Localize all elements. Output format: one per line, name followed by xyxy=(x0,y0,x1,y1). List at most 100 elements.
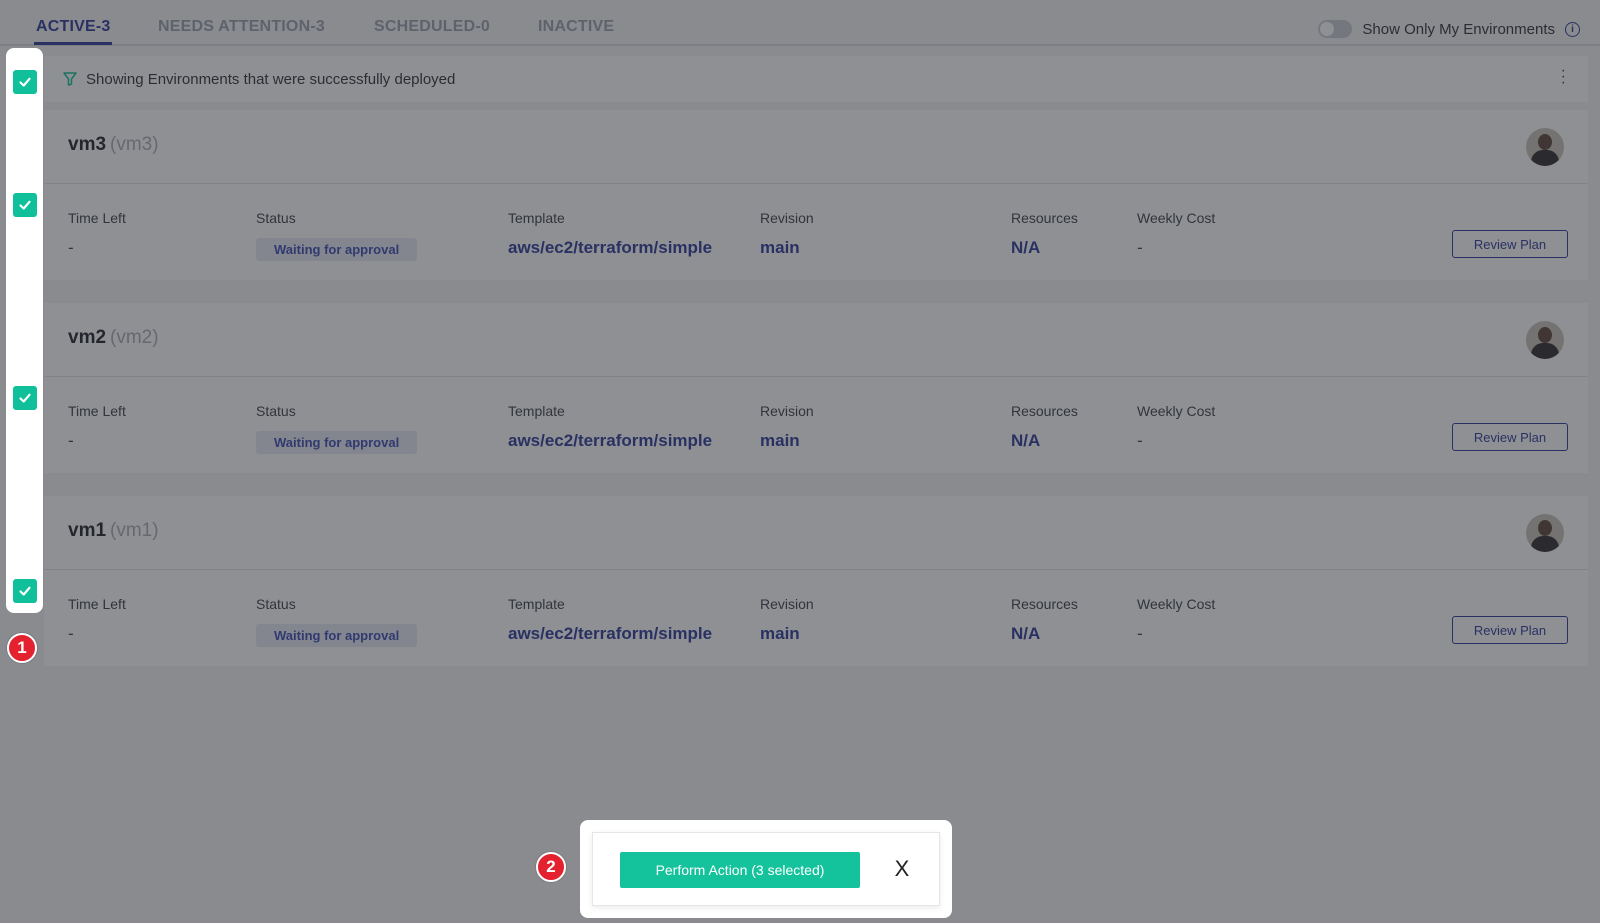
template-link[interactable]: aws/ec2/terraform/simple xyxy=(508,624,712,644)
resources-value[interactable]: N/A xyxy=(1011,624,1078,644)
status-column: Status Waiting for approval xyxy=(256,403,418,454)
revision-column: Revision main xyxy=(760,403,814,451)
checkmark-icon xyxy=(19,393,31,403)
filter-icon xyxy=(63,72,77,86)
time-left-label: Time Left xyxy=(68,596,126,612)
tab-needs-attention[interactable]: NEEDS ATTENTION-3 xyxy=(158,18,325,36)
weekly-cost-column: Weekly Cost - xyxy=(1137,210,1215,258)
resources-label: Resources xyxy=(1011,210,1078,226)
tabs-bar: ACTIVE-3 NEEDS ATTENTION-3 SCHEDULED-0 I… xyxy=(0,0,1600,46)
weekly-cost-column: Weekly Cost - xyxy=(1137,403,1215,451)
status-column: Status Waiting for approval xyxy=(256,210,418,261)
review-plan-button[interactable]: Review Plan xyxy=(1452,616,1568,644)
weekly-cost-label: Weekly Cost xyxy=(1137,596,1216,612)
environment-card: vm1 (vm1) Time Left - Status Waiting for … xyxy=(44,496,1588,666)
environment-card: vm2 (vm2) Time Left - Status Waiting for … xyxy=(44,303,1588,473)
environment-name[interactable]: vm2 (vm2) xyxy=(68,327,159,349)
avatar xyxy=(1526,321,1564,359)
select-vm1-checkbox[interactable] xyxy=(13,579,37,603)
info-icon[interactable]: i xyxy=(1565,21,1580,37)
environment-id: (vm3) xyxy=(110,134,159,155)
template-link[interactable]: aws/ec2/terraform/simple xyxy=(508,238,712,258)
step-two-badge: 2 xyxy=(536,852,566,882)
checkmark-icon xyxy=(19,586,31,596)
weekly-cost-column: Weekly Cost - xyxy=(1137,596,1215,644)
weekly-cost-value: - xyxy=(1137,238,1143,257)
revision-label: Revision xyxy=(760,596,814,612)
review-plan-button[interactable]: Review Plan xyxy=(1452,230,1568,258)
time-left-label: Time Left xyxy=(68,210,126,226)
status-column: Status Waiting for approval xyxy=(256,596,418,647)
avatar xyxy=(1526,514,1564,552)
environment-name[interactable]: vm3 (vm3) xyxy=(68,134,159,156)
resources-value[interactable]: N/A xyxy=(1011,238,1078,258)
filter-bar: Showing Environments that were successfu… xyxy=(44,56,1588,102)
bulk-action-bar: Perform Action (3 selected) X xyxy=(580,820,952,918)
weekly-cost-value: - xyxy=(1137,624,1143,643)
perform-action-button[interactable]: Perform Action (3 selected) xyxy=(620,852,860,888)
status-badge: Waiting for approval xyxy=(256,238,418,261)
weekly-cost-label: Weekly Cost xyxy=(1137,210,1216,226)
time-left-value: - xyxy=(68,238,74,257)
template-column: Template aws/ec2/terraform/simple xyxy=(508,210,712,258)
show-only-mine-control: Show Only My Environments i xyxy=(1318,20,1580,38)
select-vm3-checkbox[interactable] xyxy=(13,193,37,217)
time-left-value: - xyxy=(68,431,74,450)
status-label: Status xyxy=(256,403,296,419)
status-badge: Waiting for approval xyxy=(256,431,418,454)
time-left-value: - xyxy=(68,624,74,643)
revision-column: Revision main xyxy=(760,210,814,258)
resources-column: Resources N/A xyxy=(1011,403,1078,451)
time-left-column: Time Left - xyxy=(68,403,126,451)
time-left-column: Time Left - xyxy=(68,596,126,644)
template-label: Template xyxy=(508,596,565,612)
close-icon[interactable]: X xyxy=(890,856,914,881)
weekly-cost-value: - xyxy=(1137,431,1143,450)
selection-checkbox-column xyxy=(6,48,43,613)
environment-card: vm3 (vm3) Time Left - Status Waiting for … xyxy=(44,110,1588,280)
checkmark-icon xyxy=(19,200,31,210)
template-column: Template aws/ec2/terraform/simple xyxy=(508,403,712,451)
template-column: Template aws/ec2/terraform/simple xyxy=(508,596,712,644)
revision-label: Revision xyxy=(760,403,814,419)
tab-inactive[interactable]: INACTIVE xyxy=(538,18,614,36)
toggle-knob xyxy=(1320,22,1335,36)
card-header: vm3 (vm3) xyxy=(44,110,1588,184)
resources-column: Resources N/A xyxy=(1011,210,1078,258)
page: ACTIVE-3 NEEDS ATTENTION-3 SCHEDULED-0 I… xyxy=(0,0,1600,923)
active-tab-indicator xyxy=(34,42,112,45)
avatar xyxy=(1526,128,1564,166)
show-only-mine-toggle[interactable] xyxy=(1318,20,1353,38)
status-label: Status xyxy=(256,596,296,612)
time-left-label: Time Left xyxy=(68,403,126,419)
status-badge: Waiting for approval xyxy=(256,624,418,647)
environment-name[interactable]: vm1 (vm1) xyxy=(68,520,159,542)
template-label: Template xyxy=(508,403,565,419)
resources-value[interactable]: N/A xyxy=(1011,431,1078,451)
resources-label: Resources xyxy=(1011,596,1078,612)
select-all-checkbox[interactable] xyxy=(13,70,37,94)
review-plan-button[interactable]: Review Plan xyxy=(1452,423,1568,451)
card-header: vm2 (vm2) xyxy=(44,303,1588,377)
revision-column: Revision main xyxy=(760,596,814,644)
environment-id: (vm2) xyxy=(110,327,159,348)
weekly-cost-label: Weekly Cost xyxy=(1137,403,1216,419)
revision-link[interactable]: main xyxy=(760,624,814,644)
environment-id: (vm1) xyxy=(110,520,159,541)
step-one-badge: 1 xyxy=(7,633,37,663)
tab-scheduled[interactable]: SCHEDULED-0 xyxy=(374,18,490,36)
time-left-column: Time Left - xyxy=(68,210,126,258)
revision-link[interactable]: main xyxy=(760,238,814,258)
template-link[interactable]: aws/ec2/terraform/simple xyxy=(508,431,712,451)
kebab-menu-icon[interactable]: · · · xyxy=(1561,63,1566,91)
revision-label: Revision xyxy=(760,210,814,226)
select-vm2-checkbox[interactable] xyxy=(13,386,37,410)
checkmark-icon xyxy=(19,77,31,87)
resources-label: Resources xyxy=(1011,403,1078,419)
resources-column: Resources N/A xyxy=(1011,596,1078,644)
tab-active[interactable]: ACTIVE-3 xyxy=(36,18,111,36)
revision-link[interactable]: main xyxy=(760,431,814,451)
toggle-label: Show Only My Environments xyxy=(1362,20,1555,38)
status-label: Status xyxy=(256,210,296,226)
bulk-action-panel: Perform Action (3 selected) X xyxy=(592,832,940,906)
